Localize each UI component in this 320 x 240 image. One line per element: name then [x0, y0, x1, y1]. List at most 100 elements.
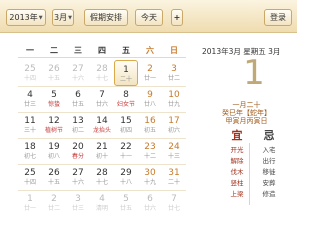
- lunar-day: 初十: [95, 153, 108, 160]
- day-cell[interactable]: 22 十一: [114, 138, 138, 164]
- day-cell[interactable]: 3 廿二: [162, 60, 186, 86]
- lunar-day: 十五: [47, 179, 60, 186]
- day-cell[interactable]: 26 十五: [42, 60, 66, 86]
- lunar-day: 廿五: [119, 205, 132, 212]
- lunar-day: 廿六: [95, 101, 108, 108]
- day-cell[interactable]: 2 廿一: [138, 60, 162, 86]
- day-cell[interactable]: 10 廿九: [162, 86, 186, 112]
- day-cell[interactable]: 9 廿八: [138, 86, 162, 112]
- day-cell[interactable]: 21 初十: [90, 138, 114, 164]
- day-cell[interactable]: 12 植树节: [42, 112, 66, 138]
- day-number: 8: [123, 90, 129, 100]
- day-cell[interactable]: 29 十八: [114, 164, 138, 190]
- inauspicious-list: 入宅 出行 移徙 安葬 修造: [257, 145, 281, 200]
- month-grid: 一二三四五六日 25 十四 26 十五 27 十六 28 十七 1 二十 2 廿一 3 廿二 4 廿三 5 惊蛰 6…: [18, 33, 186, 220]
- login-button[interactable]: 登录: [264, 9, 292, 26]
- inauspicious-item: 修造: [262, 190, 276, 198]
- day-cell[interactable]: 16 初五: [138, 112, 162, 138]
- day-cell[interactable]: 7 廿六: [90, 86, 114, 112]
- lunar-day: 初五: [143, 127, 156, 134]
- add-event-button[interactable]: +: [171, 9, 183, 26]
- day-number: 12: [48, 116, 60, 126]
- weekday-label: 日: [170, 46, 178, 55]
- day-cell[interactable]: 28 十七: [90, 164, 114, 190]
- day-number: 6: [75, 90, 81, 100]
- day-number: 1: [27, 194, 33, 204]
- holiday-schedule-button[interactable]: 假期安排: [84, 9, 128, 26]
- month-select[interactable]: 3月▼: [52, 9, 74, 26]
- lunar-day: 十八: [119, 179, 132, 186]
- day-cell[interactable]: 4 清明: [90, 190, 114, 216]
- lunar-day: 廿一: [23, 205, 36, 212]
- day-cell[interactable]: 18 初七: [18, 138, 42, 164]
- day-cell[interactable]: 19 初八: [42, 138, 66, 164]
- weekday-label: 三: [74, 46, 82, 55]
- day-number: 9: [147, 90, 153, 100]
- day-cell[interactable]: 13 初二: [66, 112, 90, 138]
- lunar-day: 惊蛰: [47, 101, 60, 108]
- day-cell[interactable]: 7 廿七: [162, 190, 186, 216]
- day-cell[interactable]: 14 龙抬头: [90, 112, 114, 138]
- day-number: 10: [168, 90, 180, 100]
- day-cell[interactable]: 1 廿一: [18, 190, 42, 216]
- year-select[interactable]: 2013年▼: [6, 9, 46, 26]
- day-cell[interactable]: 27 十六: [66, 60, 90, 86]
- lunar-day: 十六: [71, 179, 84, 186]
- day-cell[interactable]: 5 惊蛰: [42, 86, 66, 112]
- lunar-day: 清明: [95, 205, 108, 212]
- lunar-day: 十四: [23, 179, 36, 186]
- day-cell[interactable]: 28 十七: [90, 60, 114, 86]
- day-cell[interactable]: 15 初四: [114, 112, 138, 138]
- day-number: 1: [123, 65, 129, 75]
- day-cell[interactable]: 26 十五: [42, 164, 66, 190]
- day-cell[interactable]: 6 廿六: [138, 190, 162, 216]
- day-cell[interactable]: 24 十三: [162, 138, 186, 164]
- lunar-day: 初六: [167, 127, 180, 134]
- day-cell[interactable]: 30 十九: [138, 164, 162, 190]
- day-cell[interactable]: 1 二十: [114, 60, 138, 86]
- day-number: 18: [24, 142, 36, 152]
- today-button[interactable]: 今天: [135, 9, 163, 26]
- day-cell[interactable]: 17 初六: [162, 112, 186, 138]
- day-cell[interactable]: 31 二十: [162, 164, 186, 190]
- day-number: 26: [48, 64, 60, 74]
- inauspicious-heading: 忌: [263, 129, 275, 142]
- inauspicious-item: 安葬: [262, 179, 276, 187]
- chevron-down-icon: ▼: [38, 15, 43, 21]
- day-cell[interactable]: 3 廿三: [66, 190, 90, 216]
- day-number: 28: [96, 64, 108, 74]
- inauspicious-item: 移徙: [262, 168, 276, 176]
- auspicious-item: 解除: [230, 157, 244, 165]
- lunar-day: 廿三: [23, 101, 36, 108]
- lunar-day: 十九: [143, 179, 156, 186]
- day-number: 24: [168, 142, 180, 152]
- day-number: 25: [24, 168, 36, 178]
- inauspicious-item: 入宅: [262, 146, 276, 154]
- day-cell[interactable]: 8 妇女节: [114, 86, 138, 112]
- day-cell[interactable]: 2 廿二: [42, 190, 66, 216]
- day-cell[interactable]: 6 廿五: [66, 86, 90, 112]
- lunar-day: 初二: [71, 127, 84, 134]
- day-detail-panel: 2013年3月 星期五 3月 1 一月二十 癸巳年【蛇年】 甲寅月丙寅日 宜 忌…: [196, 33, 297, 220]
- lunar-day: 廿三: [71, 205, 84, 212]
- lunar-day: 廿二: [47, 205, 60, 212]
- day-cell[interactable]: 27 十六: [66, 164, 90, 190]
- day-number: 17: [168, 116, 180, 126]
- month-select-value: 3月: [54, 13, 68, 22]
- day-cell[interactable]: 25 十四: [18, 60, 42, 86]
- weekday-label: 五: [122, 46, 130, 55]
- lunar-day: 十五: [47, 75, 60, 82]
- day-number: 2: [147, 64, 153, 74]
- day-cell[interactable]: 4 廿三: [18, 86, 42, 112]
- day-cell[interactable]: 25 十四: [18, 164, 42, 190]
- day-cell[interactable]: 23 十二: [138, 138, 162, 164]
- lunar-day: 十三: [167, 153, 180, 160]
- day-cell[interactable]: 20 春分: [66, 138, 90, 164]
- day-number: 22: [120, 142, 132, 152]
- divider: [249, 143, 250, 205]
- day-cell[interactable]: 11 三十: [18, 112, 42, 138]
- day-number: 13: [72, 116, 84, 126]
- day-cell[interactable]: 5 廿五: [114, 190, 138, 216]
- day-number: 23: [144, 142, 156, 152]
- weekday-label: 四: [98, 46, 106, 55]
